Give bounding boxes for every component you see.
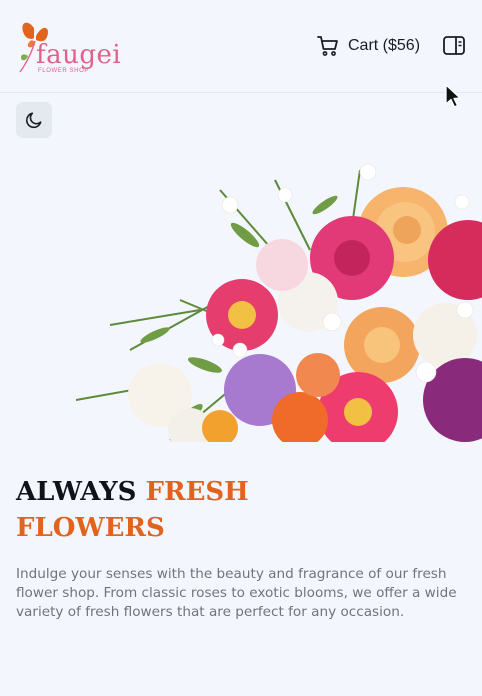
headline-part-1: ALWAYS <box>16 477 137 507</box>
cart-button[interactable]: Cart ($56) <box>316 33 420 59</box>
flower-bouquet-illustration <box>75 163 482 442</box>
cart-label: Cart ($56) <box>348 37 421 54</box>
brand-tagline: FLOWER SHOP <box>38 68 89 74</box>
shopping-cart-icon <box>317 36 338 56</box>
moon-icon <box>26 112 42 129</box>
dark-mode-toggle-button[interactable] <box>16 102 52 138</box>
sidebar-toggle-icon <box>443 36 465 55</box>
hero-headline: ALWAYS FRESH FLOWERS <box>16 474 316 546</box>
brand-name: faugei <box>36 40 122 70</box>
mouse-pointer-icon <box>444 84 462 110</box>
sidebar-toggle-button[interactable] <box>442 35 466 57</box>
brand-logo[interactable]: faugei FLOWER SHOP <box>14 14 121 78</box>
hero-description: Indulge your senses with the beauty and … <box>16 566 457 620</box>
site-header: faugei FLOWER SHOP Cart ($56) <box>0 0 482 93</box>
hero-flower-image <box>70 150 482 442</box>
